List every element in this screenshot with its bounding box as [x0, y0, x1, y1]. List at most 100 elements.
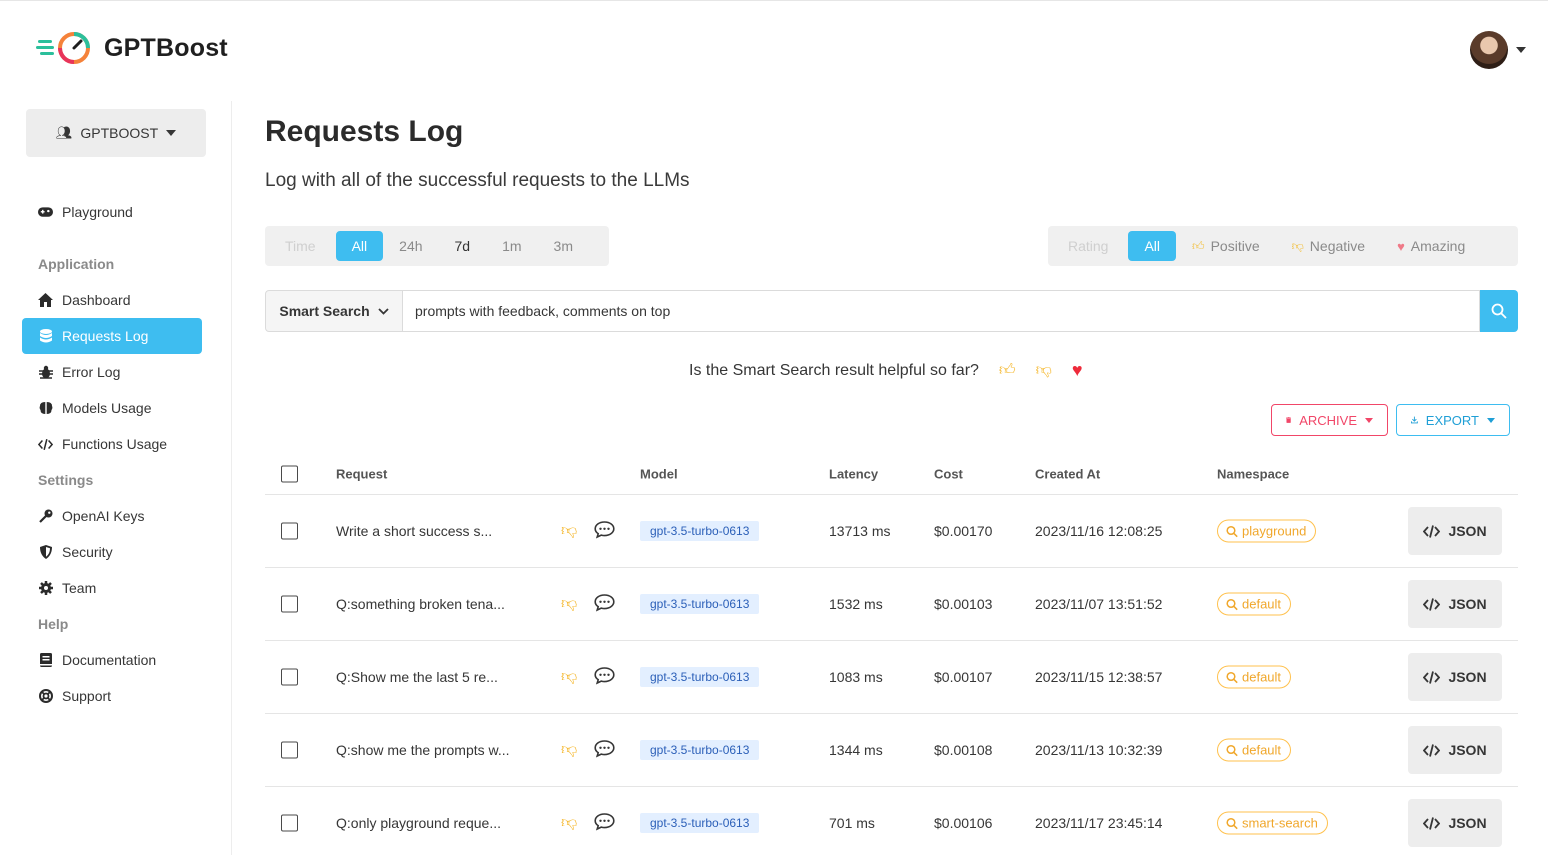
request-text[interactable]: Write a short success s...	[336, 523, 492, 539]
request-text[interactable]: Q:something broken tena...	[336, 596, 505, 612]
sidebar-item-requests-log[interactable]: Requests Log	[22, 318, 202, 354]
database-icon	[38, 329, 53, 344]
cost-value: $0.00107	[934, 669, 993, 685]
table-row[interactable]: Q:only playground reque... 👎︎ gpt-3.5-tu…	[265, 787, 1518, 855]
sidebar-item-functions-usage[interactable]: Functions Usage	[22, 426, 202, 462]
org-selector-button[interactable]: 👥︎ GPTBOOST	[26, 109, 206, 157]
sidebar-item-support[interactable]: Support	[22, 678, 202, 714]
created-at-value: 2023/11/17 23:45:14	[1035, 815, 1163, 831]
comment-icon[interactable]	[594, 667, 615, 688]
sidebar-item-openai-keys[interactable]: OpenAI Keys	[22, 498, 202, 534]
shield-icon	[38, 545, 53, 560]
time-option-7d[interactable]: 7d	[439, 231, 487, 261]
search-type-label: Smart Search	[279, 303, 370, 319]
namespace-tag[interactable]: default	[1217, 665, 1292, 689]
avatar[interactable]	[1470, 31, 1508, 69]
model-tag: gpt-3.5-turbo-0613	[640, 594, 760, 614]
namespace-tag[interactable]: smart-search	[1217, 811, 1328, 835]
comment-icon[interactable]	[594, 740, 615, 761]
json-button[interactable]: JSON	[1408, 580, 1502, 628]
row-checkbox[interactable]	[281, 668, 298, 686]
sidebar-item-label: Functions Usage	[62, 436, 168, 452]
comment-icon[interactable]	[594, 594, 615, 615]
thumbs-down-icon[interactable]: 👎︎	[1036, 361, 1052, 380]
json-label: JSON	[1448, 523, 1487, 539]
thumbs-down-icon: 👎︎	[561, 595, 578, 613]
header-cost[interactable]: Cost	[934, 466, 963, 481]
smart-search-feedback: Is the Smart Search result helpful so fa…	[689, 360, 1083, 381]
select-all-checkbox[interactable]	[281, 465, 298, 482]
gear-icon	[38, 581, 53, 596]
thumbs-up-icon[interactable]: 👍︎	[999, 361, 1016, 380]
rating-option-positive[interactable]: 👍︎ Positive	[1176, 231, 1276, 261]
sidebar-item-documentation[interactable]: Documentation	[22, 642, 202, 678]
table-row[interactable]: Q:show me the prompts w... 👎︎ gpt-3.5-tu…	[265, 714, 1518, 787]
sidebar-item-team[interactable]: Team	[22, 570, 202, 606]
time-option-1m[interactable]: 1m	[486, 231, 537, 261]
export-label: EXPORT	[1425, 412, 1479, 428]
namespace-tag[interactable]: default	[1217, 592, 1292, 616]
request-text[interactable]: Q:show me the prompts w...	[336, 742, 510, 758]
row-checkbox[interactable]	[281, 741, 298, 759]
header-latency[interactable]: Latency	[829, 466, 878, 481]
header-model[interactable]: Model	[640, 466, 678, 481]
header-namespace[interactable]: Namespace	[1217, 466, 1289, 481]
sidebar-item-label: Support	[62, 688, 112, 704]
namespace-tag[interactable]: playground	[1217, 519, 1317, 543]
sidebar-item-label: Models Usage	[62, 400, 152, 416]
namespace-label: default	[1242, 669, 1282, 685]
rating-option-negative[interactable]: 👎︎ Negative	[1276, 231, 1381, 261]
export-button[interactable]: EXPORT	[1396, 404, 1510, 436]
sidebar-item-models-usage[interactable]: Models Usage	[22, 390, 202, 426]
time-filter-label: Time	[285, 238, 316, 254]
table-row[interactable]: Q:Show me the last 5 re... 👎︎ gpt-3.5-tu…	[265, 641, 1518, 714]
request-text[interactable]: Q:Show me the last 5 re...	[336, 669, 498, 685]
search-input[interactable]	[403, 290, 1480, 332]
json-button[interactable]: JSON	[1408, 507, 1502, 555]
comment-icon[interactable]	[594, 813, 615, 834]
namespace-tag[interactable]: default	[1217, 738, 1292, 762]
time-option-24h[interactable]: 24h	[383, 231, 438, 261]
json-button[interactable]: JSON	[1408, 799, 1502, 847]
code-icon	[1423, 524, 1441, 538]
header-created-at[interactable]: Created At	[1035, 466, 1100, 481]
search-button[interactable]	[1480, 290, 1518, 332]
json-label: JSON	[1448, 742, 1487, 758]
sidebar-item-playground[interactable]: Playground	[22, 194, 202, 230]
time-option-3m[interactable]: 3m	[538, 231, 589, 261]
json-label: JSON	[1448, 596, 1487, 612]
heart-icon[interactable]: ♥	[1072, 360, 1083, 381]
table-row[interactable]: Q:something broken tena... 👎︎ gpt-3.5-tu…	[265, 568, 1518, 641]
chevron-down-icon	[1365, 417, 1373, 423]
json-button[interactable]: JSON	[1408, 726, 1502, 774]
latency-value: 701 ms	[829, 815, 875, 831]
rating-option-label: Positive	[1210, 238, 1260, 254]
requests-table: Request Model Latency Cost Created At Na…	[265, 453, 1518, 855]
rating-option-amazing[interactable]: ♥ Amazing	[1381, 231, 1481, 261]
json-button[interactable]: JSON	[1408, 653, 1502, 701]
table-row[interactable]: Write a short success s... 👎︎ gpt-3.5-tu…	[265, 495, 1518, 568]
comment-icon[interactable]	[594, 521, 615, 542]
row-checkbox[interactable]	[281, 522, 298, 540]
sidebar-item-error-log[interactable]: Error Log	[22, 354, 202, 390]
search-type-dropdown[interactable]: Smart Search	[265, 290, 403, 332]
archive-button[interactable]: ARCHIVE	[1271, 404, 1388, 436]
rating-filter: Rating All 👍︎ Positive 👎︎ Negative ♥ Ama…	[1048, 226, 1518, 266]
thumbs-down-icon: 👎︎	[561, 668, 578, 686]
namespace-label: playground	[1242, 523, 1307, 539]
rating-option-all[interactable]: All	[1128, 231, 1177, 261]
brand-logo[interactable]: GPTBoost	[36, 31, 228, 65]
sidebar-item-dashboard[interactable]: Dashboard	[22, 282, 202, 318]
sidebar-item-security[interactable]: Security	[22, 534, 202, 570]
row-checkbox[interactable]	[281, 595, 298, 613]
chevron-down-icon	[1487, 417, 1495, 423]
created-at-value: 2023/11/15 12:38:57	[1035, 669, 1163, 685]
user-menu[interactable]	[1470, 31, 1526, 69]
namespace-label: default	[1242, 596, 1282, 612]
thumbs-down-icon: 👎︎	[1291, 238, 1304, 253]
request-text[interactable]: Q:only playground reque...	[336, 815, 501, 831]
row-checkbox[interactable]	[281, 814, 298, 832]
rating-option-label: Negative	[1309, 238, 1366, 254]
time-option-all[interactable]: All	[335, 231, 384, 261]
header-request[interactable]: Request	[336, 466, 387, 481]
